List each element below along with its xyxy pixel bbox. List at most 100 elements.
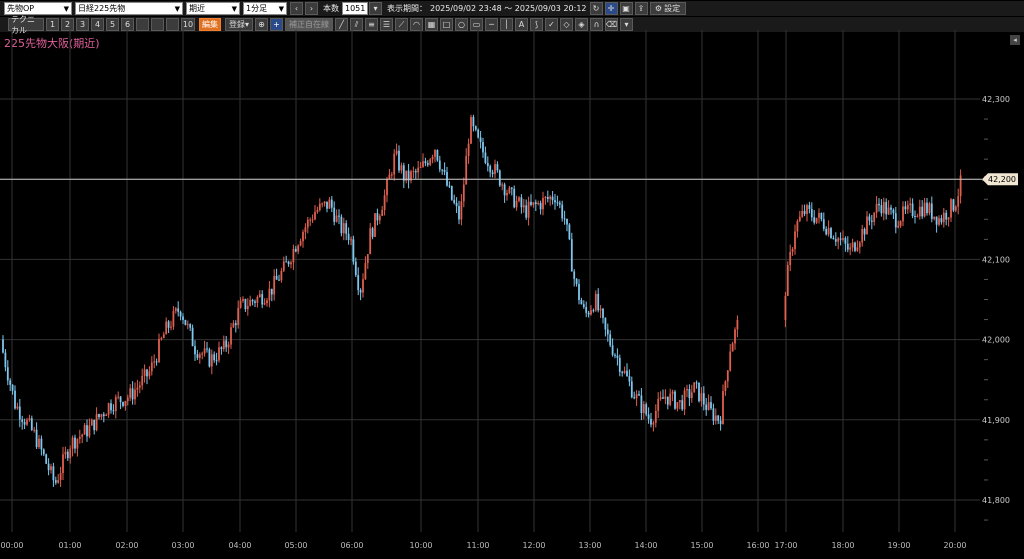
y-tick-label: 42,100 [982, 255, 1010, 264]
x-tick-label: 02:00 [115, 541, 138, 550]
candle-body [9, 380, 12, 385]
candle-body [54, 480, 57, 483]
candle-body [549, 196, 552, 200]
candle-body [172, 310, 175, 327]
candle-body [578, 284, 580, 301]
candle-body [364, 262, 367, 280]
price-chart[interactable]: 42,300 42,200 42,100 42,000 41,900 41,800 00:… [0, 0, 1024, 559]
candle-body [153, 361, 156, 363]
candle-body [158, 338, 160, 362]
candle-body [194, 346, 196, 355]
candle-body [246, 306, 249, 310]
candle-body [650, 418, 652, 425]
candle-body [227, 344, 230, 348]
candle-body [371, 228, 374, 237]
candle-body [477, 129, 480, 138]
candle-body [851, 242, 854, 248]
candle-body [909, 203, 912, 205]
candle-body [818, 212, 820, 218]
candle-body [659, 397, 662, 399]
candle-body [100, 414, 103, 418]
candle-body [165, 321, 168, 335]
candle-body [424, 161, 427, 164]
candle-body [222, 340, 225, 350]
candle-body [856, 247, 859, 251]
candle-body [287, 261, 290, 265]
candle-body [107, 403, 110, 415]
candle-body [357, 275, 360, 291]
candle-body [52, 466, 55, 481]
candle-body [294, 248, 297, 252]
candle-body [498, 170, 501, 186]
candle-body [422, 161, 424, 167]
candle-body [736, 319, 739, 330]
candle-body [887, 207, 890, 215]
candle-body [683, 390, 686, 410]
candle-body [76, 438, 79, 449]
candle-body [131, 388, 134, 400]
candle-body [510, 187, 513, 189]
candle-body [88, 425, 91, 437]
x-tick-label: 19:00 [887, 541, 910, 550]
candle-body [282, 261, 285, 271]
candle-body [386, 179, 388, 196]
candle-body [184, 319, 187, 325]
candle-body [813, 217, 816, 223]
candle-body [916, 216, 919, 218]
candle-body [285, 261, 288, 263]
candle-body [388, 174, 391, 180]
candle-body [2, 339, 4, 353]
candle-body [606, 329, 609, 335]
candles [2, 114, 962, 487]
candle-body [808, 205, 811, 209]
candle-body [467, 143, 470, 157]
candle-body [544, 196, 547, 198]
candle-body [126, 397, 129, 402]
candle-body [66, 451, 69, 459]
candle-body [674, 391, 676, 409]
candle-body [314, 211, 316, 220]
candle-body [261, 294, 264, 305]
candle-body [635, 394, 638, 399]
candle-body [950, 199, 952, 218]
candle-body [923, 202, 926, 217]
candle-body [846, 243, 849, 250]
candle-body [110, 403, 112, 411]
candle-body [928, 203, 931, 214]
candle-body [98, 414, 100, 418]
candle-body [40, 438, 43, 450]
candle-body [148, 371, 151, 377]
candle-body [179, 311, 182, 317]
candle-body [664, 396, 667, 399]
candle-body [638, 394, 640, 396]
candle-body [676, 402, 679, 409]
x-tick-label: 01:00 [58, 541, 81, 550]
candle-body [414, 171, 417, 173]
candle-body [717, 415, 720, 421]
candle-body [482, 141, 484, 153]
candle-body [582, 304, 585, 307]
y-axis: 42,30042,20042,10042,00041,90041,800 [982, 95, 1010, 521]
candle-body [383, 195, 386, 210]
candle-body [438, 160, 441, 170]
candle-body [654, 410, 657, 423]
candle-body [23, 422, 26, 425]
candle-body [506, 192, 508, 196]
candle-body [390, 174, 393, 176]
x-tick-label: 04:00 [228, 541, 251, 550]
candle-body [525, 205, 528, 218]
candle-body [585, 306, 588, 313]
candle-body [587, 312, 590, 315]
candle-body [182, 316, 184, 320]
candle-body [431, 156, 434, 160]
candle-body [220, 347, 223, 350]
candle-body [335, 215, 338, 222]
candle-body [218, 347, 220, 361]
candle-body [688, 389, 691, 399]
candle-body [196, 354, 199, 358]
candle-body [902, 206, 904, 222]
candle-body [882, 202, 885, 214]
candle-body [38, 438, 40, 448]
candle-body [609, 334, 612, 346]
candle-body [784, 295, 787, 320]
